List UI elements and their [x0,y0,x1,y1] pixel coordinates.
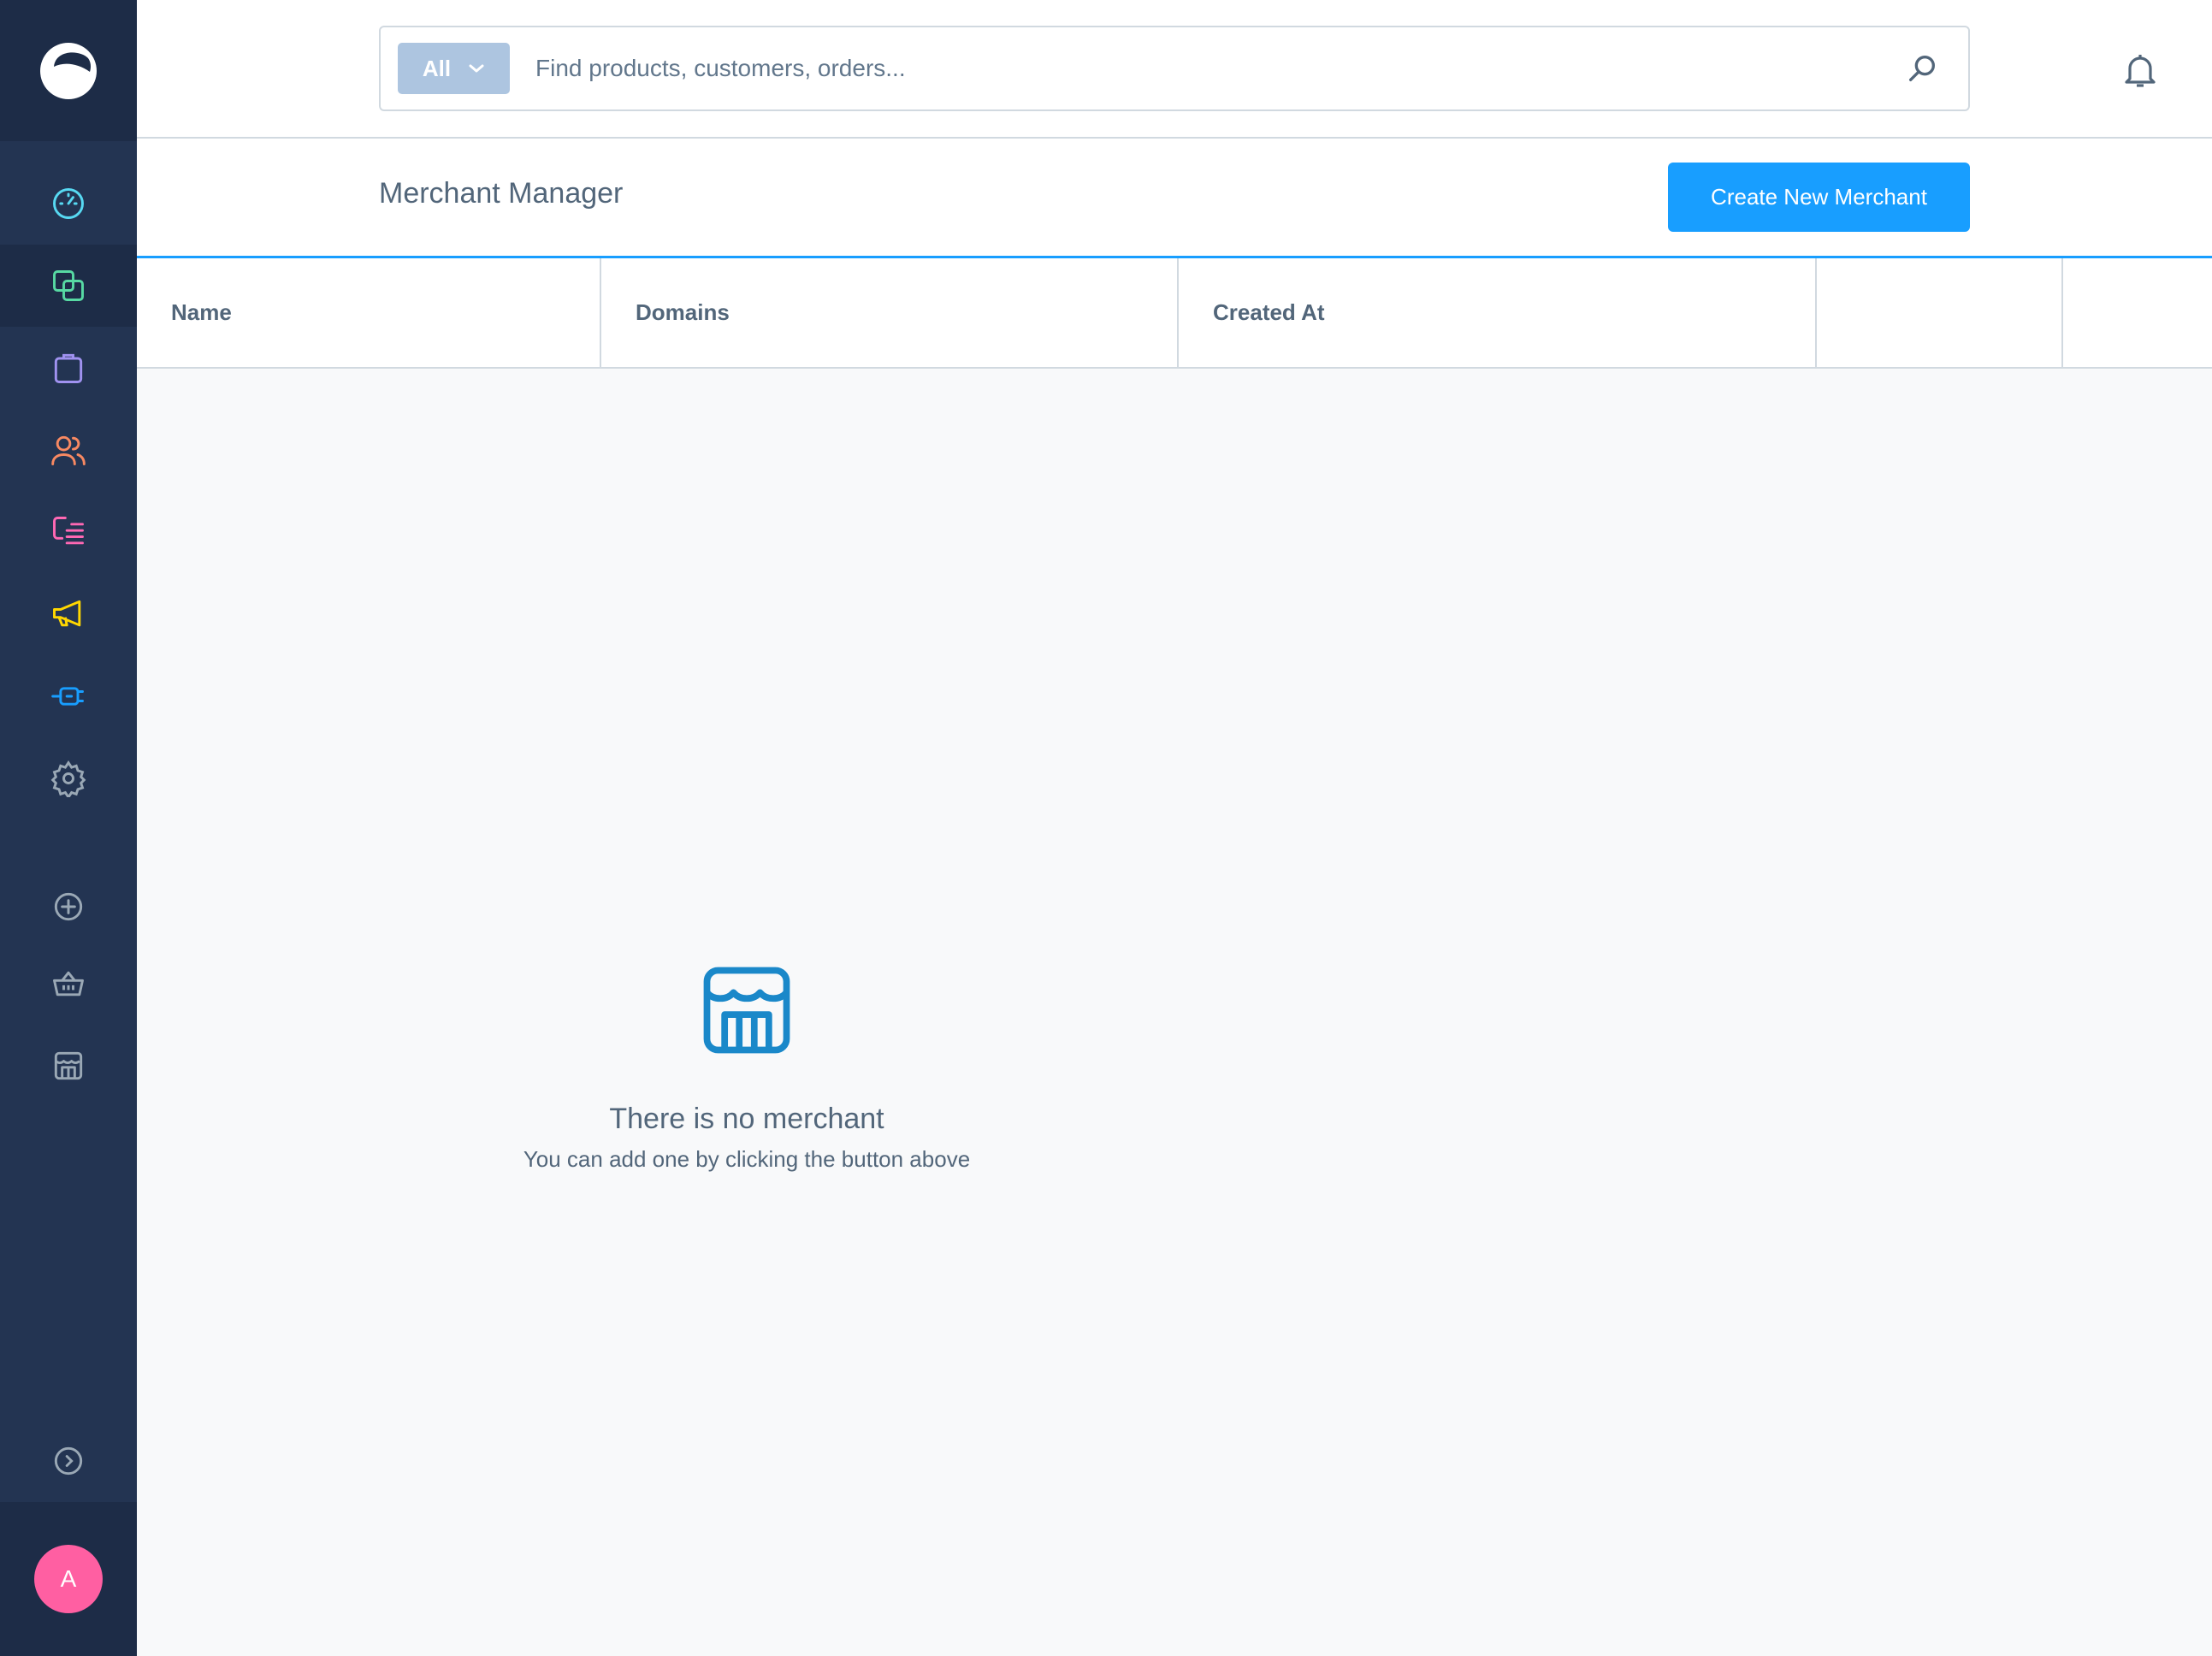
sidebar-item-customers[interactable] [0,409,137,491]
customers-icon [51,435,86,465]
shopware-logo[interactable] [0,0,137,141]
sidebar-item-catalogues[interactable] [0,245,137,327]
sidebar-collapse-toggle[interactable] [0,1420,137,1502]
search-type-select[interactable]: All [398,43,510,94]
empty-state-title: There is no merchant [609,1103,884,1135]
sidebar-item-orders[interactable] [0,327,137,409]
basket-icon [53,971,84,997]
page-title: Merchant Manager [379,177,624,210]
search-icon[interactable] [1905,51,1939,86]
sidebar-item-settings[interactable] [0,737,137,819]
search-input[interactable] [535,43,1905,94]
shopping-bag-icon [54,353,83,383]
top-bar: All [137,0,2212,139]
sidebar-item-merchant[interactable] [0,1025,137,1107]
bell-icon[interactable] [2120,50,2161,91]
sidebar-item-content[interactable] [0,491,137,573]
column-header-created-at[interactable]: Created At [1179,258,1817,367]
catalogue-icon [53,270,84,301]
chevron-down-icon [469,64,484,73]
chevron-right-circle-icon [54,1446,83,1476]
sidebar-item-dashboard[interactable] [0,163,137,245]
empty-state-subtitle: You can add one by clicking the button a… [523,1146,971,1172]
create-new-merchant-button[interactable]: Create New Merchant [1668,163,1970,232]
global-search: All [379,26,1970,111]
smart-bar: Merchant Manager Create New Merchant [137,139,2212,258]
column-header-actions [1817,258,2063,367]
store-icon [54,1051,83,1080]
column-header-settings [2063,258,2212,367]
search-type-label: All [422,55,452,81]
shopware-logo-icon [40,42,97,99]
column-header-name[interactable]: Name [137,258,601,367]
column-header-domains[interactable]: Domains [601,258,1179,367]
empty-state: There is no merchant You can add one by … [137,369,2212,1656]
sidebar-item-marketing[interactable] [0,573,137,655]
sidebar-item-extensions[interactable] [0,655,137,737]
store-icon [703,967,790,1054]
avatar[interactable]: A [34,1545,103,1613]
sidebar-footer: A [0,1502,137,1656]
megaphone-icon [53,600,81,627]
plug-icon [51,687,84,706]
sidebar-item-add-sales-channel[interactable] [0,866,137,948]
merchant-grid-header: Name Domains Created At [137,258,2212,369]
content-icon [53,517,84,545]
sidebar-item-storefront[interactable] [0,943,137,1025]
plus-circle-icon [54,892,83,921]
sidebar: A [0,0,137,1656]
dashboard-gauge-icon [53,188,84,219]
gear-icon [50,760,86,797]
